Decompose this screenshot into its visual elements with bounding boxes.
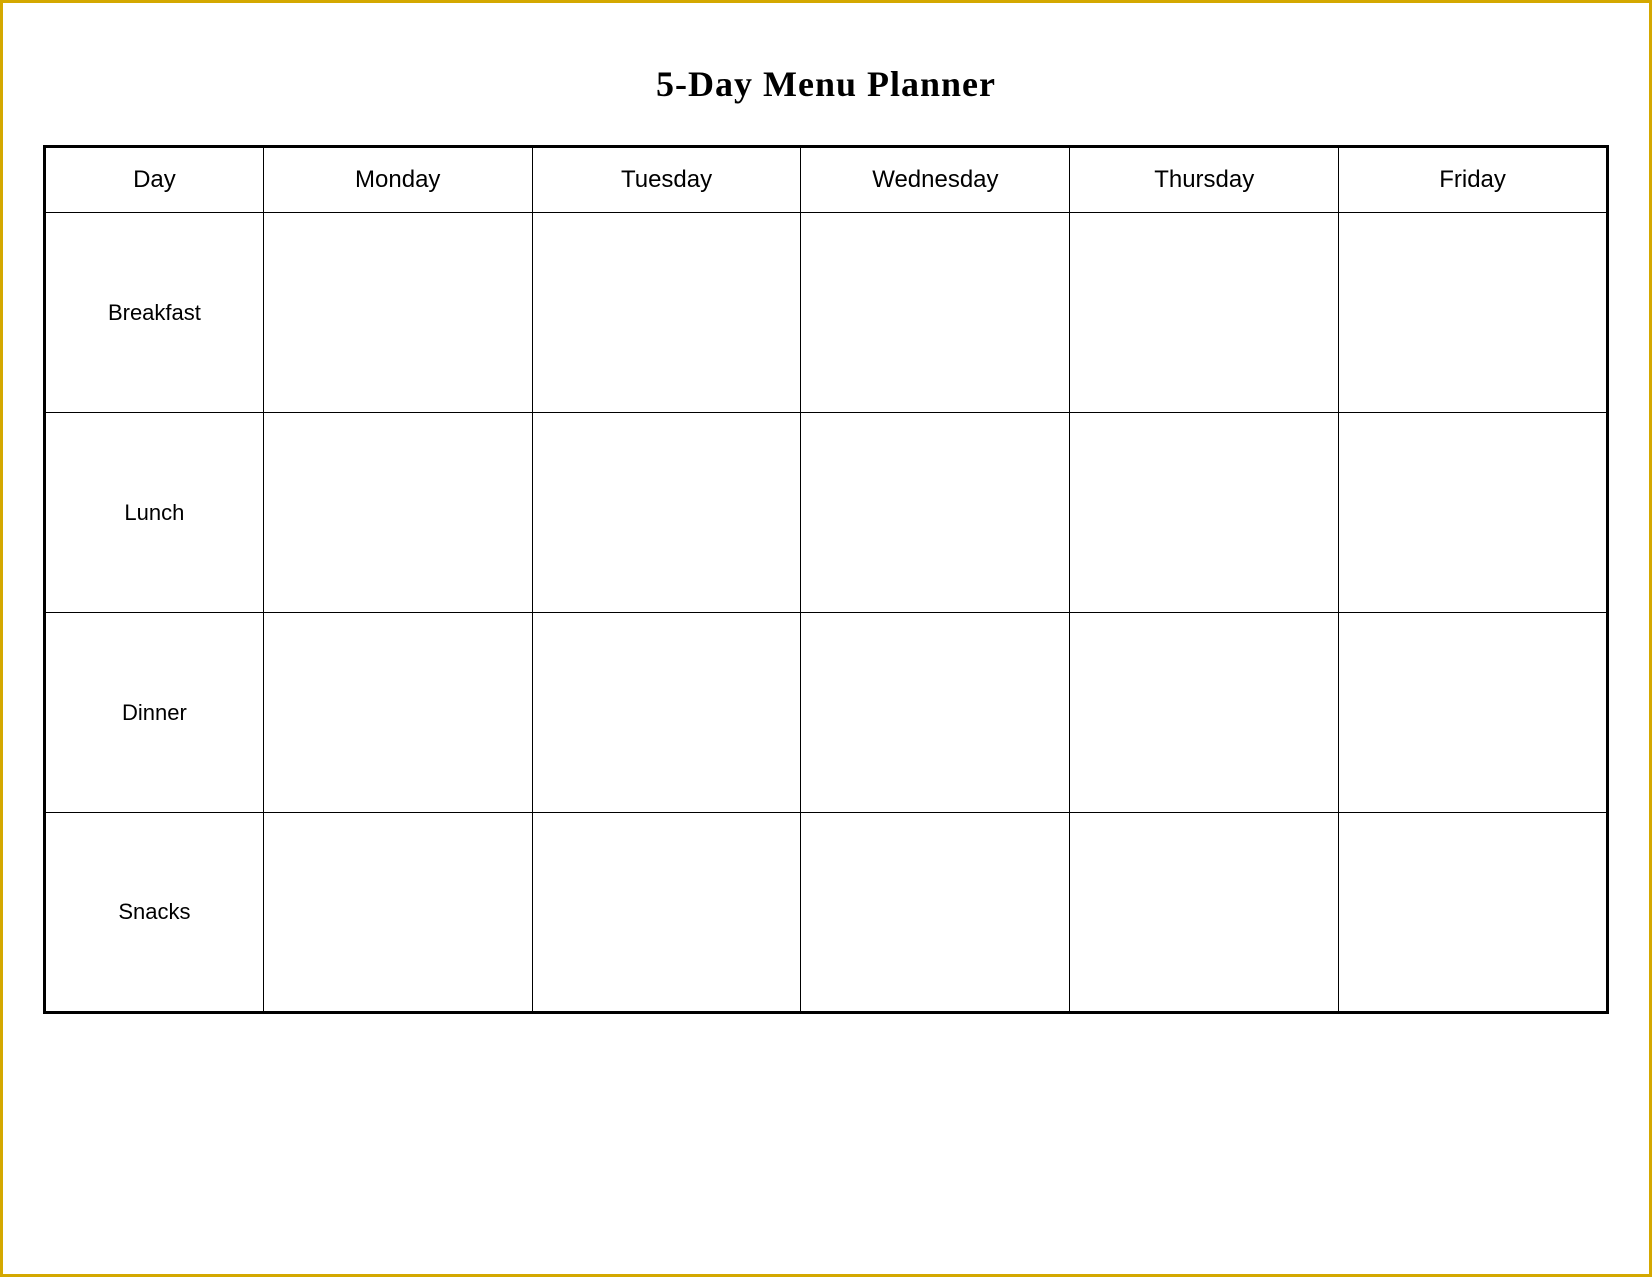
col-header-friday: Friday	[1339, 147, 1608, 213]
cell-dinner-wednesday[interactable]	[801, 613, 1070, 813]
page-title: 5-Day Menu Planner	[656, 63, 996, 105]
cell-dinner-monday[interactable]	[263, 613, 532, 813]
col-header-tuesday: Tuesday	[532, 147, 801, 213]
cell-lunch-wednesday[interactable]	[801, 413, 1070, 613]
cell-lunch-friday[interactable]	[1339, 413, 1608, 613]
cell-breakfast-thursday[interactable]	[1070, 213, 1339, 413]
table-row: Snacks	[45, 813, 1608, 1013]
cell-snacks-tuesday[interactable]	[532, 813, 801, 1013]
col-header-wednesday: Wednesday	[801, 147, 1070, 213]
col-header-monday: Monday	[263, 147, 532, 213]
header-row: Day Monday Tuesday Wednesday Thursday Fr…	[45, 147, 1608, 213]
meal-label-snacks: Snacks	[45, 813, 264, 1013]
cell-breakfast-friday[interactable]	[1339, 213, 1608, 413]
cell-breakfast-tuesday[interactable]	[532, 213, 801, 413]
cell-breakfast-monday[interactable]	[263, 213, 532, 413]
meal-label-breakfast: Breakfast	[45, 213, 264, 413]
menu-planner-table: Day Monday Tuesday Wednesday Thursday Fr…	[43, 145, 1609, 1014]
cell-dinner-tuesday[interactable]	[532, 613, 801, 813]
cell-breakfast-wednesday[interactable]	[801, 213, 1070, 413]
table-row: Breakfast	[45, 213, 1608, 413]
cell-snacks-monday[interactable]	[263, 813, 532, 1013]
cell-snacks-friday[interactable]	[1339, 813, 1608, 1013]
cell-snacks-wednesday[interactable]	[801, 813, 1070, 1013]
col-header-day: Day	[45, 147, 264, 213]
cell-lunch-thursday[interactable]	[1070, 413, 1339, 613]
cell-lunch-tuesday[interactable]	[532, 413, 801, 613]
meal-label-lunch: Lunch	[45, 413, 264, 613]
table-row: Dinner	[45, 613, 1608, 813]
cell-snacks-thursday[interactable]	[1070, 813, 1339, 1013]
col-header-thursday: Thursday	[1070, 147, 1339, 213]
cell-dinner-thursday[interactable]	[1070, 613, 1339, 813]
cell-lunch-monday[interactable]	[263, 413, 532, 613]
cell-dinner-friday[interactable]	[1339, 613, 1608, 813]
table-row: Lunch	[45, 413, 1608, 613]
meal-label-dinner: Dinner	[45, 613, 264, 813]
